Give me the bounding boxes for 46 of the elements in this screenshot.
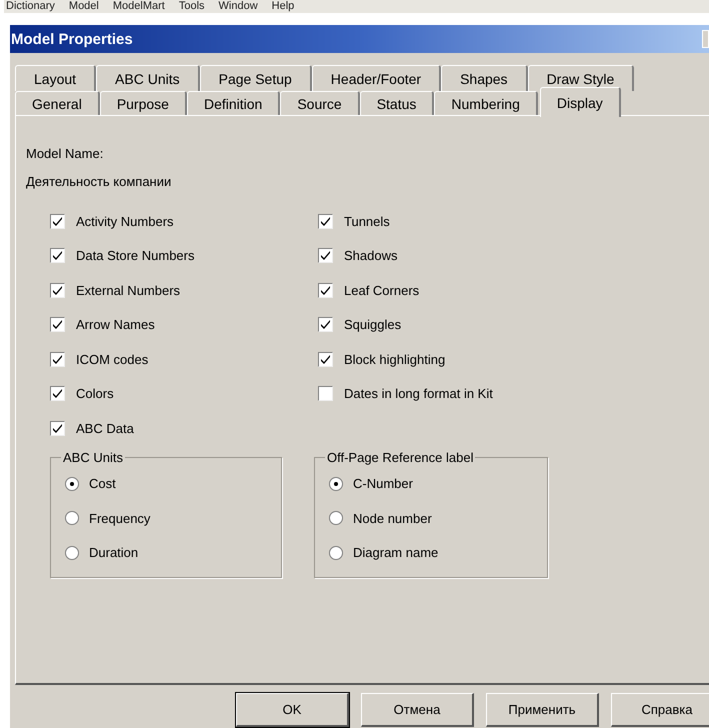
dialog-button[interactable]: Отмена	[361, 693, 474, 727]
checkbox-label: Tunnels	[344, 214, 390, 229]
radio-label: Frequency	[89, 510, 150, 526]
checkbox-label: Squiggles	[344, 317, 402, 332]
checkbox-label: ICOM codes	[76, 352, 148, 367]
checkbox-label: Data Store Numbers	[76, 248, 194, 264]
menu-item[interactable]: Help	[272, 0, 294, 13]
checkbox-label: Leaf Corners	[344, 282, 420, 298]
dialog-button[interactable]: OK	[236, 693, 349, 727]
tab[interactable]: ABC Units	[96, 65, 200, 91]
menu-item[interactable]: Tools	[178, 0, 205, 13]
radio-label: Cost	[89, 476, 116, 492]
tab[interactable]: Purpose	[100, 91, 187, 115]
menu-item[interactable]: Dictionary	[6, 0, 55, 13]
tab[interactable]: Page Setup	[200, 65, 312, 91]
checkbox-label: Shadows	[344, 248, 398, 264]
tab[interactable]: Source	[280, 91, 360, 115]
tab[interactable]: Shapes	[441, 65, 528, 91]
group-title: ABC Units	[62, 450, 124, 464]
checkbox-label: Activity Numbers	[76, 214, 174, 229]
menu-item[interactable]: Model	[68, 0, 99, 13]
tab[interactable]: Header/Footer	[312, 65, 442, 91]
checkbox-label: External Numbers	[76, 282, 180, 298]
radio-label: Node number	[353, 510, 432, 526]
group-title: Off-Page Reference label	[326, 450, 474, 464]
radio-label: Diagram name	[353, 545, 438, 560]
checkbox-label: Dates in long format in Kit	[344, 386, 493, 402]
tab[interactable]: General	[15, 91, 100, 115]
radio-label: C-Number	[353, 476, 413, 492]
dialog-button[interactable]: Применить	[486, 693, 599, 727]
tab[interactable]: Layout	[15, 65, 96, 91]
dialog-button[interactable]: Справка	[611, 693, 709, 727]
menu-item[interactable]: Window	[218, 0, 258, 13]
model-name: Деятельность компании	[26, 173, 172, 191]
menu-item[interactable]: ModelMart	[112, 0, 165, 13]
checkbox-label: Block highlighting	[344, 352, 446, 367]
tab[interactable]: Definition	[186, 91, 280, 115]
window-title: Model Properties	[10, 30, 133, 48]
tab[interactable]: Status	[360, 91, 434, 115]
checkbox-label: Colors	[76, 386, 114, 402]
checkbox-label: Arrow Names	[76, 317, 155, 332]
checkbox-label: ABC Data	[76, 420, 134, 436]
model-name-label: Model Name:	[26, 145, 104, 163]
tab[interactable]: Display	[540, 87, 621, 117]
radio-label: Duration	[89, 545, 138, 560]
tab[interactable]: Numbering	[434, 91, 538, 115]
